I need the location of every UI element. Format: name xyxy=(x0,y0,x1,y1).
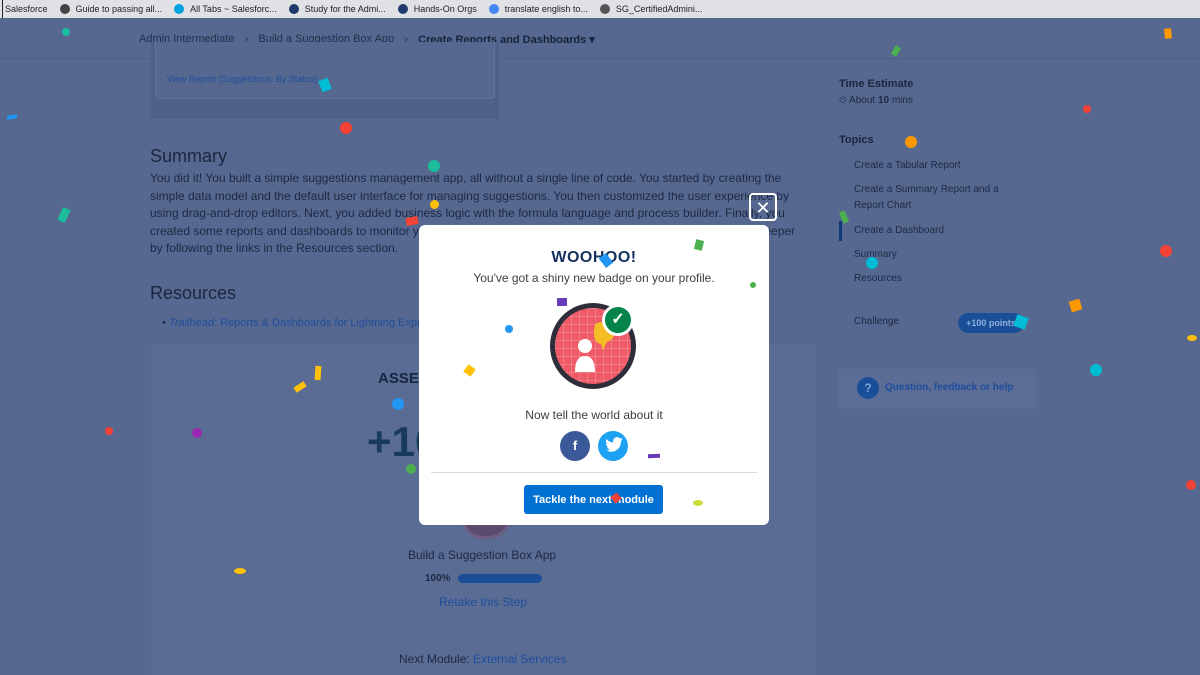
resources-heading: Resources xyxy=(150,283,237,303)
retake-step-link[interactable]: Retake this Step xyxy=(439,595,527,609)
progress-bar-fill xyxy=(458,574,542,583)
tackle-next-module-button[interactable]: Tackle the next module xyxy=(524,485,663,514)
facebook-share-button[interactable]: f xyxy=(560,431,590,461)
bookmark-hands-on-orgs[interactable]: Hands-On Orgs xyxy=(392,0,483,18)
challenge-points-badge: +100 points xyxy=(958,313,1024,333)
bookmark-salesforce[interactable]: Salesforce xyxy=(2,0,54,18)
bookmark-sg-certified[interactable]: SG_CertifiedAdmini... xyxy=(594,0,709,18)
google-icon xyxy=(488,4,499,14)
resource-source: Trailhead: xyxy=(168,317,218,329)
close-button[interactable]: ✕ xyxy=(749,193,777,221)
next-module: Next Module: External Services xyxy=(399,652,567,666)
bookmark-study[interactable]: Study for the Admi... xyxy=(283,0,392,18)
modal-divider xyxy=(431,472,757,473)
resource-link[interactable]: Reports & Dashboards for Lightning Exper… xyxy=(217,317,453,329)
active-topic-indicator xyxy=(839,221,842,241)
bookmark-all-tabs[interactable]: All Tabs ~ Salesforc... xyxy=(168,0,283,18)
time-estimate-heading: Time Estimate xyxy=(839,78,914,90)
bookmark-favicon-icon xyxy=(59,4,70,14)
view-report-link[interactable]: View Report (Suggestions: By Status) xyxy=(167,74,317,84)
bookmark-translate[interactable]: translate english to... xyxy=(483,0,594,18)
bookmark-guide[interactable]: Guide to passing all... xyxy=(54,0,169,18)
topic-link[interactable]: Create a Tabular Report xyxy=(854,158,1024,174)
bookmarks-bar: Salesforce Guide to passing all... All T… xyxy=(0,0,1200,18)
topic-link[interactable]: Create a Summary Report and a Report Cha… xyxy=(854,182,1024,214)
resource-list-item: • Trailhead: Reports & Dashboards for Li… xyxy=(162,317,454,329)
trailhead-icon xyxy=(397,4,408,14)
step-name: Build a Suggestion Box App xyxy=(408,548,557,562)
topic-link[interactable]: Summary xyxy=(854,247,1024,263)
modal-subtitle: You've got a shiny new badge on your pro… xyxy=(473,271,715,285)
badge-modal: WOOHOO! You've got a shiny new badge on … xyxy=(419,225,769,525)
topic-link[interactable]: Resources xyxy=(854,271,1024,287)
twitter-share-button[interactable] xyxy=(598,431,628,461)
progress-percent: 100% xyxy=(425,573,451,584)
challenge-label: Challenge xyxy=(854,316,900,327)
modal-title: WOOHOO! xyxy=(551,249,637,266)
topic-link-active[interactable]: Create a Dashboard xyxy=(854,223,1024,239)
progress-bar xyxy=(458,574,542,583)
salesforce-cloud-icon xyxy=(174,4,185,14)
help-link[interactable]: Question, feedback or help xyxy=(885,382,1013,393)
share-prompt: Now tell the world about it xyxy=(525,408,663,422)
clock-icon: ⏲ About xyxy=(839,95,878,106)
next-module-link[interactable]: External Services xyxy=(473,652,566,666)
twitter-bird-icon xyxy=(605,437,623,452)
question-icon: ? xyxy=(857,377,879,399)
bookmark-favicon-icon xyxy=(599,4,610,14)
trailhead-icon xyxy=(288,4,299,14)
time-estimate: ⏲ About 10 mins xyxy=(839,95,913,106)
topics-heading: Topics xyxy=(839,134,874,146)
report-card xyxy=(155,42,495,99)
check-icon: ✓ xyxy=(602,304,634,336)
summary-heading: Summary xyxy=(150,146,228,166)
